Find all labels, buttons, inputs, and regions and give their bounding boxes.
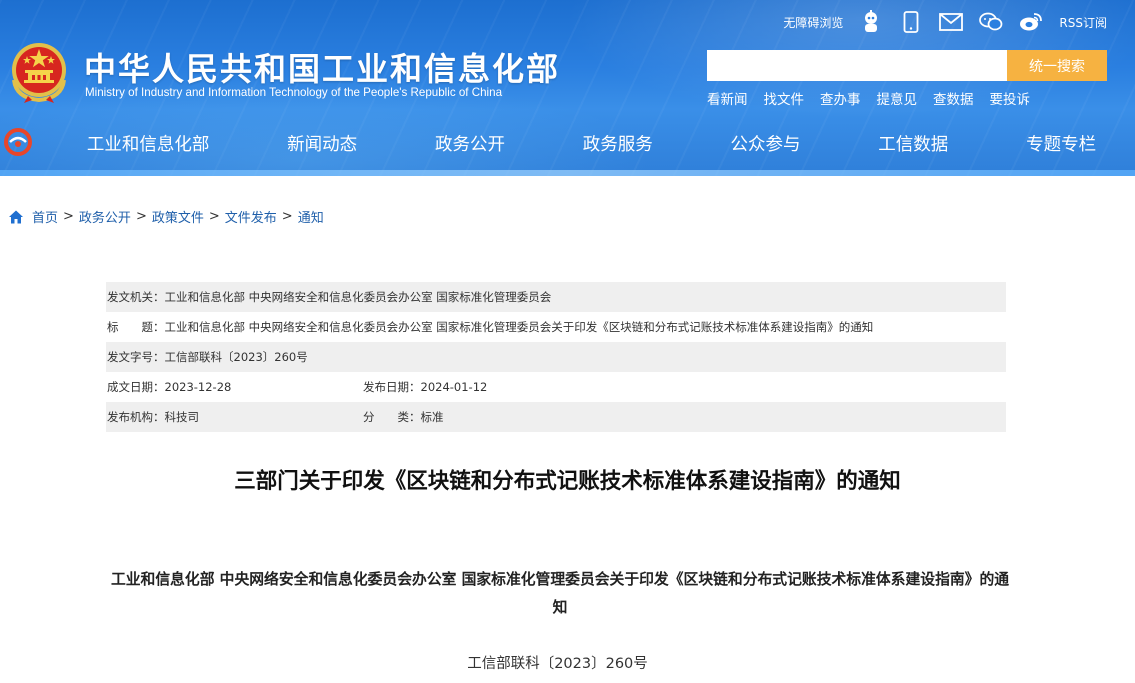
site-title: 中华人民共和国工业和信息化部 <box>84 50 561 88</box>
quick-link-data[interactable]: 查数据 <box>933 88 974 108</box>
nav-item-gov-info[interactable]: 政务公开 <box>425 131 515 156</box>
quick-link-files[interactable]: 找文件 <box>764 88 805 108</box>
site-subtitle: Ministry of Industry and Information Tec… <box>85 86 503 99</box>
wechat-icon[interactable] <box>979 10 1003 34</box>
nav-item-topics[interactable]: 专题专栏 <box>1016 131 1106 156</box>
document-info-table: 发文机关： 工业和信息化部 中央网络安全和信息化委员会办公室 国家标准化管理委员… <box>106 282 1006 432</box>
top-toolbar: 无障碍浏览 RSS订阅 <box>783 8 1107 36</box>
search-input[interactable] <box>707 50 1007 81</box>
published-date-cell: 发布日期： 2024-01-12 <box>363 379 487 395</box>
miit-logo-icon[interactable] <box>4 128 32 156</box>
rss-link[interactable]: RSS订阅 <box>1059 14 1107 31</box>
quick-link-feedback[interactable]: 提意见 <box>877 88 918 108</box>
breadcrumb: 首页 > 政务公开 > 政策文件 > 文件发布 > 通知 <box>8 207 324 226</box>
site-header: 中华人民共和国工业和信息化部 Ministry of Industry and … <box>0 0 1135 176</box>
national-emblem-icon[interactable] <box>8 40 70 104</box>
breadcrumb-separator: > <box>281 209 293 224</box>
accessibility-link[interactable]: 无障碍浏览 <box>783 14 843 31</box>
quick-link-services[interactable]: 查办事 <box>820 88 861 108</box>
breadcrumb-policy-files[interactable]: 政策文件 <box>152 207 204 226</box>
info-row-dates: 成文日期： 2023-12-28 发布日期： 2024-01-12 <box>106 372 1006 402</box>
info-row-title: 标 题： 工业和信息化部 中央网络安全和信息化委员会办公室 国家标准化管理委员会… <box>106 312 1006 342</box>
robot-icon[interactable] <box>859 10 883 34</box>
category-label: 分 类： <box>363 410 421 424</box>
category-cell: 分 类： 标准 <box>363 409 444 425</box>
article-doc-number: 工信部联科〔2023〕260号 <box>467 656 648 672</box>
search-button[interactable]: 统一搜索 <box>1007 50 1107 81</box>
mobile-icon[interactable] <box>899 10 923 34</box>
info-row-issuer: 发文机关： 工业和信息化部 中央网络安全和信息化委员会办公室 国家标准化管理委员… <box>106 282 1006 312</box>
created-date-cell: 成文日期： 2023-12-28 <box>107 379 363 395</box>
home-icon <box>9 210 23 223</box>
nav-item-news[interactable]: 新闻动态 <box>277 131 367 156</box>
quick-link-complaint[interactable]: 要投诉 <box>990 88 1031 108</box>
info-row-docno: 发文字号： 工信部联科〔2023〕260号 <box>106 342 1006 372</box>
breadcrumb-home[interactable]: 首页 <box>32 207 58 226</box>
org-cell: 发布机构： 科技司 <box>107 409 363 425</box>
breadcrumb-separator: > <box>208 209 220 224</box>
title-label: 标 题： <box>107 320 165 334</box>
nav-item-public[interactable]: 公众参与 <box>721 131 811 156</box>
docno-value: 工信部联科〔2023〕260号 <box>164 350 308 364</box>
issuer-label: 发文机关： <box>107 290 165 304</box>
org-label: 发布机构： <box>107 410 165 424</box>
article-subtitle: 工业和信息化部 中央网络安全和信息化委员会办公室 国家标准化管理委员会关于印发《… <box>110 571 1010 616</box>
docno-label: 发文字号： <box>107 350 165 364</box>
published-value: 2024-01-12 <box>420 380 488 394</box>
created-value: 2023-12-28 <box>164 380 232 394</box>
breadcrumb-separator: > <box>63 209 74 224</box>
weibo-icon[interactable] <box>1019 10 1043 34</box>
created-label: 成文日期： <box>107 380 165 394</box>
main-nav: 工业和信息化部 新闻动态 政务公开 政务服务 公众参与 工信数据 专题专栏 <box>48 120 1135 166</box>
issuer-value: 工业和信息化部 中央网络安全和信息化委员会办公室 国家标准化管理委员会 <box>164 290 552 304</box>
category-value: 标准 <box>420 410 444 424</box>
nav-item-gov-service[interactable]: 政务服务 <box>573 131 663 156</box>
org-value: 科技司 <box>164 410 200 424</box>
breadcrumb-separator: > <box>135 209 147 224</box>
breadcrumb-notice[interactable]: 通知 <box>298 207 324 226</box>
nav-item-ministry[interactable]: 工业和信息化部 <box>77 131 220 156</box>
breadcrumb-file-release[interactable]: 文件发布 <box>225 207 277 226</box>
mail-icon[interactable] <box>939 10 964 34</box>
article-title: 三部门关于印发《区块链和分布式记账技术标准体系建设指南》的通知 <box>234 469 901 494</box>
title-value: 工业和信息化部 中央网络安全和信息化委员会办公室 国家标准化管理委员会关于印发《… <box>164 320 874 334</box>
nav-item-data[interactable]: 工信数据 <box>868 131 958 156</box>
search-bar: 统一搜索 <box>707 50 1107 81</box>
quick-links: 看新闻 找文件 查办事 提意见 查数据 要投诉 <box>707 88 1030 108</box>
published-label: 发布日期： <box>363 380 421 394</box>
breadcrumb-gov-info[interactable]: 政务公开 <box>79 207 131 226</box>
quick-link-news[interactable]: 看新闻 <box>707 88 748 108</box>
info-row-org: 发布机构： 科技司 分 类： 标准 <box>106 402 1006 432</box>
